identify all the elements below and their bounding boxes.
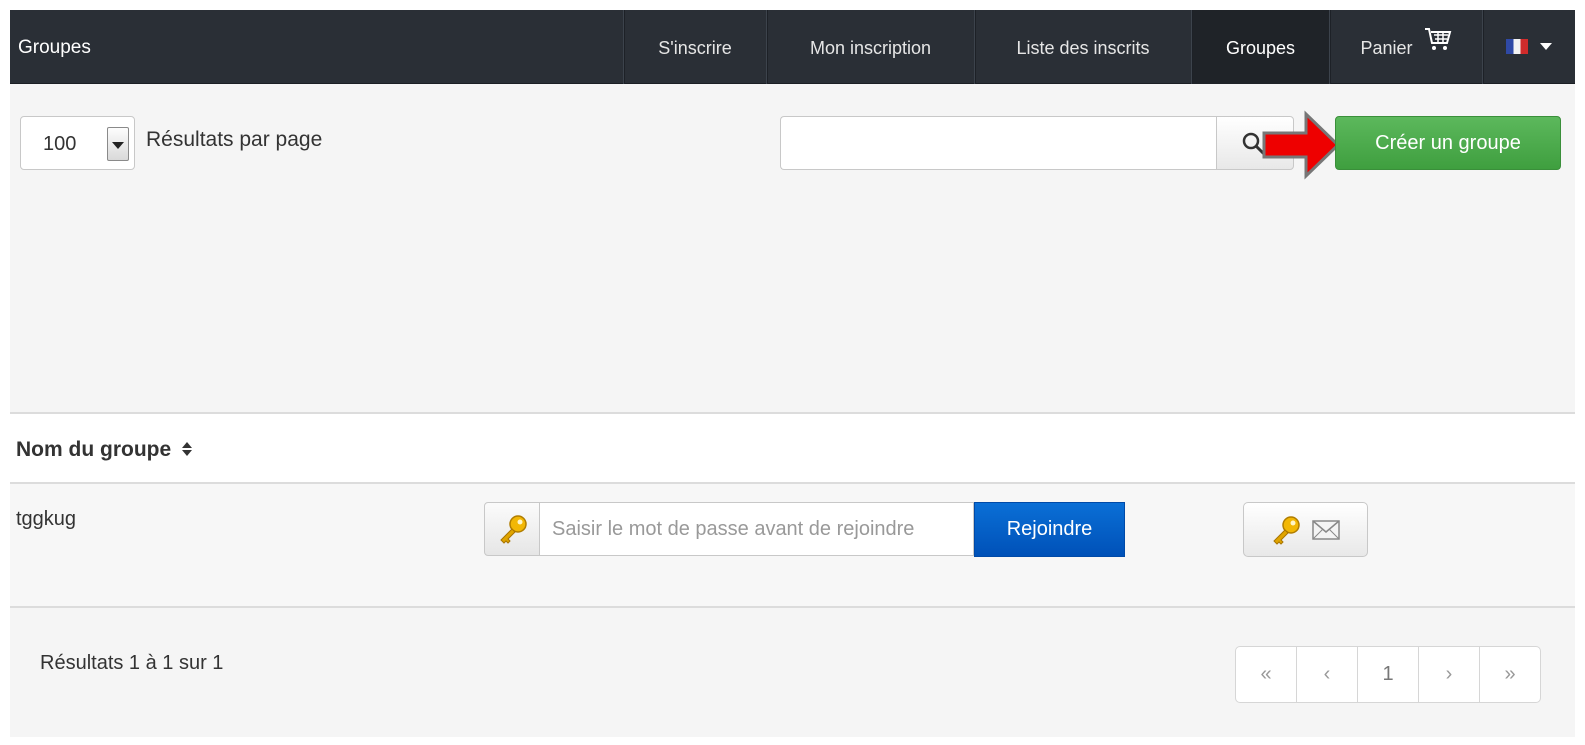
page-title: Groupes [18, 37, 91, 58]
top-navbar: Groupes S'inscrire Mon inscription Liste… [10, 10, 1575, 84]
nav-signup[interactable]: S'inscrire [623, 10, 766, 84]
nav-cart-label: Panier [1360, 38, 1413, 58]
french-flag-icon [1506, 39, 1529, 55]
chevron-down-icon[interactable] [107, 127, 129, 161]
key-icon [500, 515, 527, 544]
pagination-first[interactable]: « [1236, 647, 1297, 702]
password-key-addon [484, 502, 540, 556]
table-header: Nom du groupe [10, 412, 1575, 484]
nav-groups-label: Groupes [1225, 38, 1296, 58]
column-header-label: Nom du groupe [16, 438, 172, 461]
red-arrow-pointer [1262, 110, 1341, 180]
nav-registrant-list-label: Liste des inscrits [1016, 38, 1150, 58]
pagination: « ‹ 1 › » [1235, 646, 1541, 703]
join-button[interactable]: Rejoindre [974, 502, 1125, 557]
nav-registrant-list[interactable]: Liste des inscrits [974, 10, 1191, 84]
results-summary: Résultats 1 à 1 sur 1 [40, 652, 224, 674]
results-per-page-value: 100 [43, 133, 77, 155]
mail-icon [1312, 520, 1340, 540]
search-input[interactable] [780, 116, 1217, 170]
language-dropdown[interactable] [1482, 10, 1575, 84]
cart-icon [1424, 8, 1452, 84]
table-row: tggkug Rejoindre [10, 484, 1575, 608]
pagination-next[interactable]: › [1419, 647, 1480, 702]
results-per-page-select[interactable]: 100 [20, 116, 135, 170]
chevron-down-icon [1539, 43, 1552, 51]
group-password-input[interactable] [540, 502, 974, 556]
pagination-page-1[interactable]: 1 [1358, 647, 1419, 702]
nav-my-registration[interactable]: Mon inscription [766, 10, 974, 84]
page: Groupes S'inscrire Mon inscription Liste… [10, 10, 1575, 737]
nav-my-registration-label: Mon inscription [809, 38, 932, 58]
sort-icon [182, 441, 192, 456]
pagination-prev[interactable]: ‹ [1297, 647, 1358, 702]
create-group-button[interactable]: Créer un groupe [1335, 116, 1561, 170]
group-name: tggkug [16, 508, 77, 530]
pagination-last[interactable]: » [1480, 647, 1540, 702]
key-icon [1273, 516, 1300, 545]
results-per-page-label: Résultats par page [146, 128, 323, 151]
key-mail-action-button[interactable] [1243, 502, 1368, 557]
column-header-group-name[interactable]: Nom du groupe [16, 438, 193, 462]
nav-cart[interactable]: Panier [1329, 10, 1482, 84]
nav-signup-label: S'inscrire [658, 38, 732, 58]
nav-groups[interactable]: Groupes [1191, 10, 1329, 84]
